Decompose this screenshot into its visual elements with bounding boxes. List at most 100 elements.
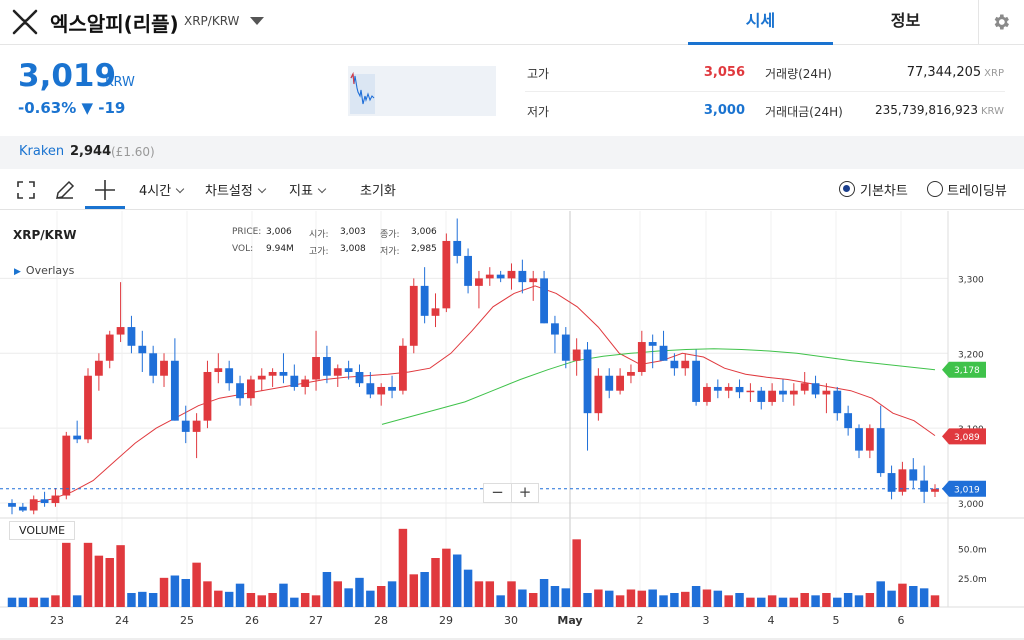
volume-bar — [594, 589, 603, 607]
candle-body — [236, 383, 244, 399]
change-percent: -0.63% — [18, 99, 77, 117]
volume-bar — [539, 579, 549, 607]
volume-bar — [670, 593, 679, 607]
volume-bar — [257, 595, 266, 607]
candle-body — [779, 390, 787, 395]
price-tick-label: 3,300 — [958, 275, 984, 285]
candle-body — [344, 368, 353, 372]
volume-bar — [333, 581, 342, 607]
candle-body — [409, 285, 418, 346]
volume-bar — [40, 597, 49, 607]
volume-bar — [387, 581, 397, 607]
overlays-toggle[interactable]: ▶ Overlays — [14, 264, 74, 277]
ma-short-tag-label: 3,089 — [954, 433, 980, 443]
radio-tradingview[interactable] — [927, 181, 943, 197]
exchange-name[interactable]: Kraken — [19, 144, 64, 159]
time-tick-label: 26 — [245, 614, 259, 627]
volume-bar — [485, 581, 495, 607]
candle-body — [225, 368, 234, 384]
pair-label[interactable]: XRP/KRW — [184, 14, 239, 28]
candle-body — [40, 499, 49, 504]
reset-button[interactable]: 초기화 — [360, 180, 396, 199]
candle-body — [322, 357, 331, 376]
candle-body — [62, 435, 71, 496]
change-absolute: ▼ -19 — [81, 99, 126, 117]
pencil-icon[interactable] — [53, 178, 77, 202]
candle-body — [246, 379, 255, 399]
volume-bar — [496, 595, 505, 607]
tab-info[interactable]: 정보 — [833, 0, 978, 45]
volume-bar — [811, 595, 820, 607]
time-tick-label: 27 — [309, 614, 323, 627]
time-tick-label: 28 — [374, 614, 388, 627]
time-tick-label: 30 — [504, 614, 518, 627]
candle-body — [865, 428, 874, 451]
high-value: 3,056 — [703, 65, 745, 80]
ma-long-tag-label: 3,178 — [954, 366, 980, 376]
candle-body — [909, 469, 918, 481]
volume-bar — [268, 593, 277, 607]
volume-bar — [583, 593, 592, 607]
interval-label: 4시간 — [139, 184, 172, 199]
candle-body — [377, 386, 386, 395]
volume-bar — [843, 593, 853, 607]
amount-value: 235,739,816,923 KRW — [820, 103, 1004, 117]
info-price-key: PRICE: — [232, 227, 262, 237]
candle-body — [475, 278, 483, 286]
candle-body — [507, 270, 516, 279]
volume-bar — [767, 595, 777, 607]
candle-body — [312, 357, 320, 380]
volume-value: 77,344,205 XRP — [820, 65, 1004, 80]
info-close-key: 종가: — [380, 230, 400, 240]
time-tick-label: 6 — [898, 614, 905, 627]
volume-bar — [431, 558, 440, 607]
radio-tradingview-label[interactable]: 트레이딩뷰 — [947, 180, 1007, 199]
volume-bar — [615, 595, 625, 607]
gear-icon[interactable] — [991, 12, 1011, 32]
interval-dropdown[interactable]: 4시간 — [139, 180, 185, 199]
volume-bar — [528, 593, 538, 607]
volume-bar — [311, 595, 321, 607]
radio-basic-chart-label[interactable]: 기본차트 — [860, 180, 908, 199]
candle-body — [127, 327, 136, 346]
volume-bar — [887, 590, 896, 607]
volume-bar — [876, 581, 885, 607]
volume-bar — [300, 593, 310, 607]
volume-bar — [442, 548, 451, 607]
volume-bar — [224, 591, 234, 607]
candle-body — [442, 240, 451, 309]
candle-body — [116, 327, 125, 335]
coin-dropdown-caret-icon[interactable] — [250, 17, 264, 25]
chevron-down-icon — [175, 184, 185, 194]
tab-price[interactable]: 시세 — [688, 0, 833, 45]
volume-bar — [681, 591, 690, 607]
volume-bar — [550, 586, 560, 607]
candlestick-chart[interactable]: 3,3003,2003,1003,00050.0m25.0m2324252627… — [0, 211, 1024, 640]
info-close-value: 3,006 — [411, 227, 437, 237]
volume-bar — [83, 542, 93, 607]
candle-body — [333, 368, 342, 376]
candle-body — [789, 390, 798, 395]
candle-body — [800, 383, 809, 391]
volume-bar — [290, 597, 299, 607]
volume-bar — [138, 591, 147, 607]
volume-bar — [62, 542, 71, 607]
candle-body — [822, 390, 831, 395]
candle-body — [399, 345, 407, 391]
candle-body — [724, 386, 733, 391]
time-tick-label: 2 — [637, 614, 644, 627]
zoom-in-button[interactable]: + — [511, 484, 538, 502]
price-tick-label: 3,000 — [958, 500, 984, 510]
divider — [525, 91, 1005, 92]
fullscreen-icon[interactable] — [14, 178, 38, 202]
candle-body — [648, 342, 657, 346]
radio-basic-chart[interactable] — [839, 181, 855, 197]
chart-settings-dropdown[interactable]: 차트설정 — [205, 180, 267, 199]
volume-bar — [127, 593, 136, 607]
zoom-out-button[interactable]: − — [484, 484, 511, 502]
indicators-dropdown[interactable]: 지표 — [289, 180, 327, 199]
candle-body — [366, 383, 375, 395]
candle-body — [94, 360, 103, 376]
candle-body — [73, 435, 82, 440]
crosshair-icon[interactable] — [93, 178, 117, 202]
